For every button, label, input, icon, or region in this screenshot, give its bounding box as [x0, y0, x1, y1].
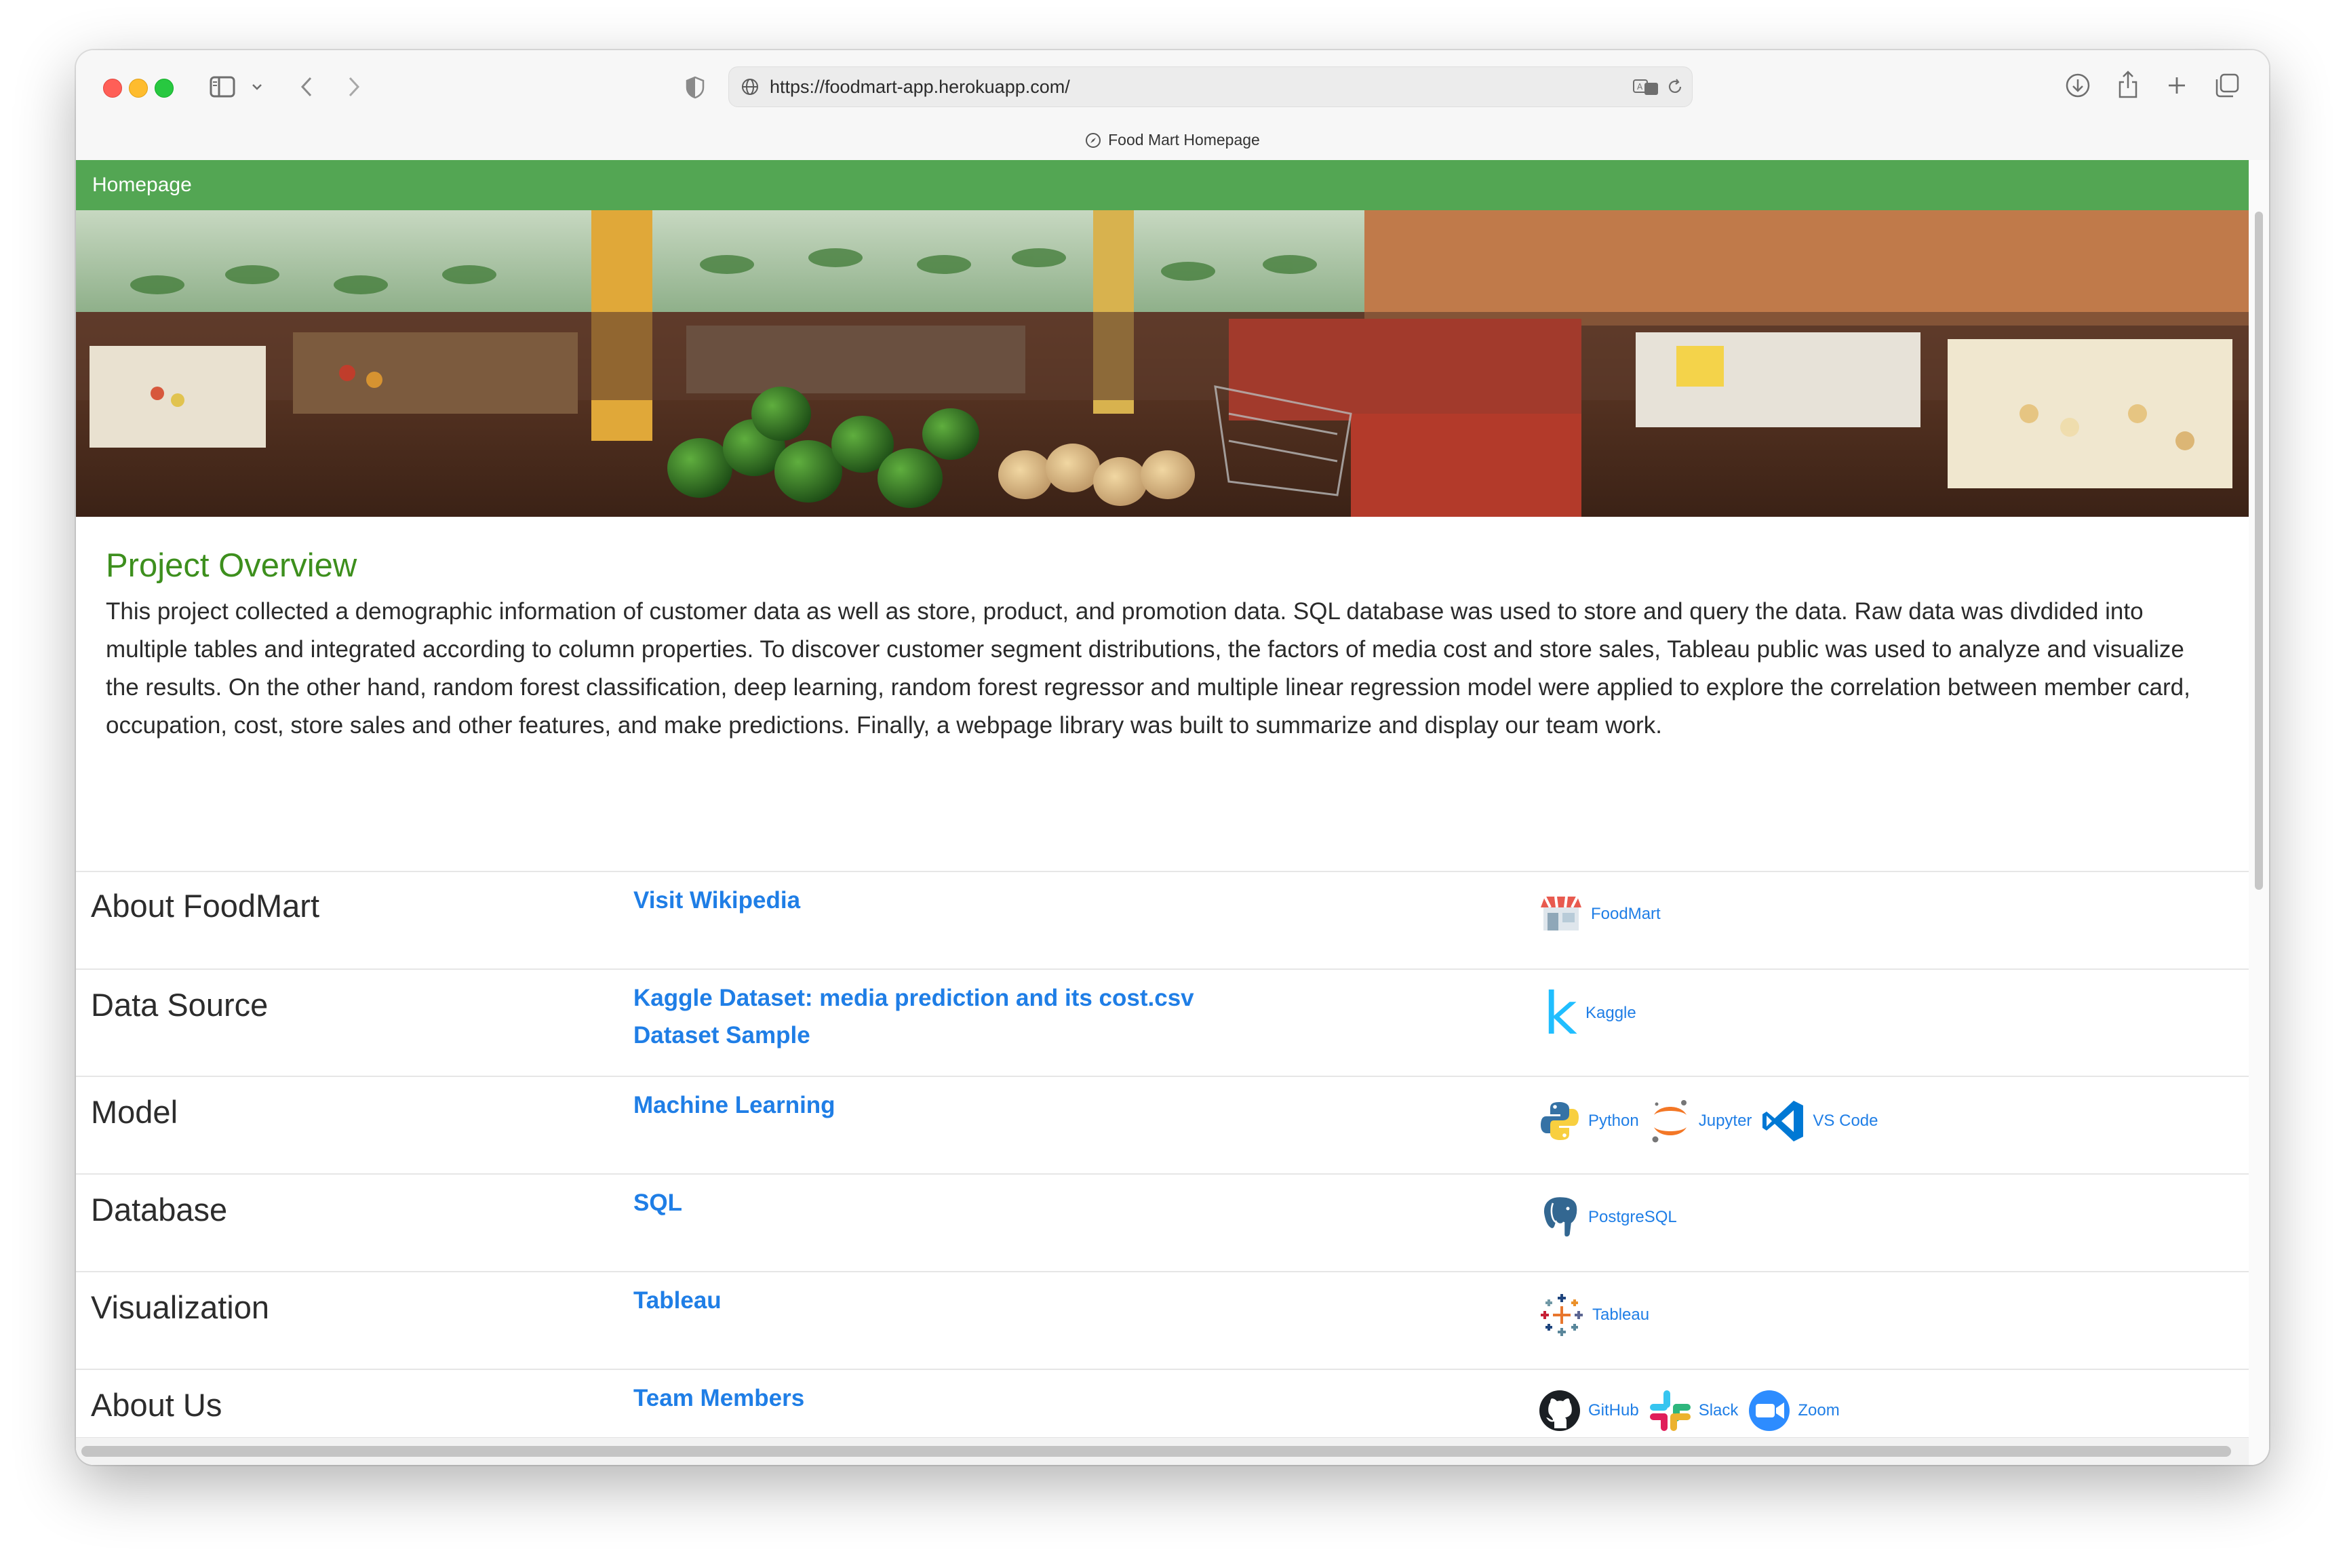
maximize-window-button[interactable] — [155, 79, 174, 98]
tool-label: Zoom — [1798, 1401, 1840, 1419]
zoom-icon — [1749, 1390, 1790, 1431]
row-label: Data Source — [91, 987, 269, 1023]
tool-tableau[interactable]: Tableau — [1538, 1291, 1649, 1339]
tool-label: Python — [1588, 1112, 1639, 1130]
tool-label: Slack — [1698, 1401, 1739, 1419]
back-arrow-icon[interactable] — [294, 73, 319, 100]
overview-text: This project collected a demographic inf… — [106, 598, 2190, 739]
forward-arrow-icon[interactable] — [342, 73, 366, 100]
tool-zoom[interactable]: Zoom — [1748, 1389, 1840, 1432]
tool-jupyter[interactable]: Jupyter — [1649, 1097, 1752, 1145]
reload-icon[interactable] — [1665, 77, 1685, 97]
row-label: Visualization — [91, 1289, 270, 1325]
tool-foodmart[interactable]: FoodMart — [1538, 893, 1661, 936]
tool-label: Kaggle — [1585, 1004, 1636, 1022]
banner-image — [76, 210, 2249, 517]
postgresql-icon — [1542, 1195, 1579, 1238]
horizontal-scrollbar[interactable] — [76, 1437, 2249, 1465]
project-overview: Project Overview This project collected … — [106, 547, 2215, 745]
compass-icon — [1086, 133, 1101, 148]
tool-postgresql[interactable]: PostgreSQL — [1538, 1194, 1677, 1241]
overview-title: Project Overview — [106, 547, 357, 584]
tool-label: GitHub — [1588, 1401, 1639, 1419]
link-tableau[interactable]: Tableau — [633, 1282, 722, 1319]
tableau-icon — [1541, 1294, 1583, 1336]
tool-vscode[interactable]: VS Code — [1761, 1099, 1878, 1143]
jupyter-icon — [1652, 1100, 1687, 1143]
tool-label: Jupyter — [1698, 1112, 1752, 1130]
tool-slack[interactable]: Slack — [1649, 1389, 1739, 1432]
new-tab-plus-icon[interactable] — [2163, 72, 2190, 99]
row-database: Database SQL PostgreSQL — [76, 1173, 2249, 1272]
link-dataset-sample[interactable]: Dataset Sample — [633, 1017, 1194, 1054]
horizontal-scrollbar-thumb[interactable] — [81, 1446, 2231, 1457]
tool-label: VS Code — [1813, 1112, 1878, 1130]
tool-github[interactable]: GitHub — [1538, 1389, 1639, 1432]
chevron-down-icon[interactable] — [250, 80, 264, 94]
share-icon[interactable] — [2113, 68, 2143, 100]
browser-window: https://foodmart-app.herokuapp.com/ A Fo… — [76, 50, 2269, 1465]
row-label: Model — [91, 1094, 178, 1130]
svg-text:k: k — [1543, 986, 1577, 1040]
browser-toolbar: https://foodmart-app.herokuapp.com/ A Fo… — [76, 50, 2269, 161]
link-sql[interactable]: SQL — [633, 1184, 682, 1221]
row-label: Database — [91, 1192, 228, 1228]
vscode-icon — [1762, 1101, 1804, 1141]
tool-kaggle[interactable]: k Kaggle — [1538, 986, 1636, 1040]
slack-icon — [1649, 1390, 1691, 1431]
nav-brand-homepage[interactable]: Homepage — [92, 160, 192, 210]
link-visit-wikipedia[interactable]: Visit Wikipedia — [633, 882, 800, 919]
page-content: Homepage Project Overview This project c… — [76, 160, 2249, 1465]
vertical-scrollbar[interactable] — [2249, 160, 2269, 1465]
translate-icon[interactable]: A — [1632, 77, 1659, 97]
vertical-scrollbar-thumb[interactable] — [2255, 212, 2263, 890]
tab-overview-icon[interactable] — [2212, 71, 2242, 100]
tool-label: FoodMart — [1591, 905, 1661, 923]
store-icon — [1541, 896, 1581, 930]
minimize-window-button[interactable] — [129, 79, 148, 98]
downloads-icon[interactable] — [2063, 71, 2093, 100]
row-label: About Us — [91, 1387, 222, 1423]
tool-label: Tableau — [1592, 1306, 1650, 1324]
link-kaggle-dataset[interactable]: Kaggle Dataset: media prediction and its… — [633, 979, 1194, 1017]
row-visualization: Visualization Tableau Tableau — [76, 1271, 2249, 1370]
privacy-shield-icon[interactable] — [684, 75, 707, 100]
row-data-source: Data Source Kaggle Dataset: media predic… — [76, 968, 2249, 1077]
tool-label: PostgreSQL — [1588, 1208, 1677, 1226]
navbar: Homepage — [76, 160, 2249, 210]
tool-python[interactable]: Python — [1538, 1099, 1639, 1143]
row-label: About FoodMart — [91, 888, 320, 924]
kaggle-icon: k — [1543, 986, 1577, 1040]
link-machine-learning[interactable]: Machine Learning — [633, 1086, 835, 1124]
sidebar-toggle-icon[interactable] — [209, 75, 236, 99]
globe-icon — [740, 77, 760, 97]
row-about-foodmart: About FoodMart Visit Wikipedia FoodMart — [76, 871, 2249, 970]
tab-title-text: Food Mart Homepage — [1108, 131, 1260, 149]
svg-text:A: A — [1637, 82, 1643, 92]
row-model: Model Machine Learning Python Jupyter VS… — [76, 1076, 2249, 1175]
python-icon — [1541, 1102, 1579, 1140]
address-bar[interactable]: https://foodmart-app.herokuapp.com/ A — [728, 66, 1693, 107]
close-window-button[interactable] — [103, 79, 122, 98]
url-text[interactable]: https://foodmart-app.herokuapp.com/ — [770, 67, 1070, 106]
link-team-members[interactable]: Team Members — [633, 1379, 804, 1417]
tab-title[interactable]: Food Mart Homepage — [76, 126, 2269, 153]
github-icon — [1539, 1390, 1580, 1431]
